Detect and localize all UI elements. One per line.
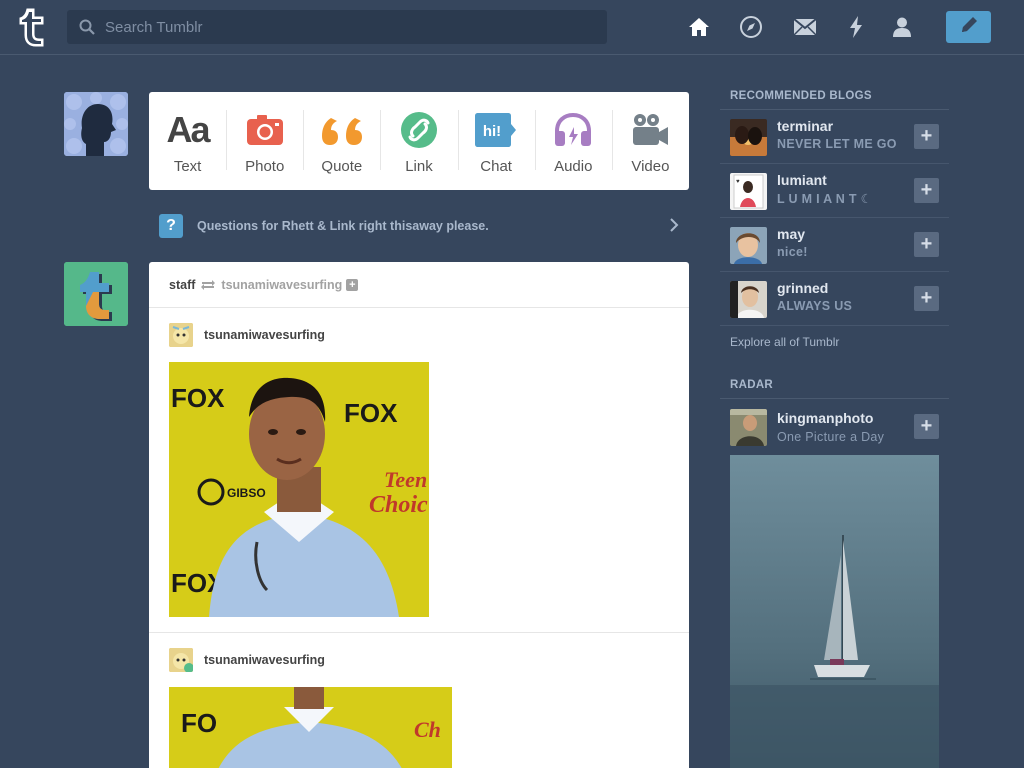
- pencil-icon: [959, 15, 979, 40]
- blog-subtitle: L U M I A N T ☾: [777, 192, 873, 206]
- reblog-source-link[interactable]: tsunamiwavesurfing: [221, 278, 342, 292]
- blog-name[interactable]: may: [777, 226, 805, 242]
- chat-icon: hi!: [475, 110, 517, 150]
- follow-button[interactable]: +: [346, 278, 359, 291]
- search-bar: [67, 10, 607, 44]
- svg-text:FOX: FOX: [171, 383, 225, 413]
- blog-name[interactable]: kingmanphoto: [777, 410, 873, 426]
- account-icon[interactable]: [889, 14, 915, 40]
- post-type-label: Photo: [245, 158, 285, 175]
- radar-title: RADAR: [720, 379, 949, 399]
- follow-blog-button[interactable]: +: [914, 414, 939, 439]
- svg-text:hi!: hi!: [483, 123, 501, 140]
- recommended-blog-item[interactable]: terminar NEVER LET ME GO +: [720, 110, 949, 164]
- dashboard-post: staff tsunamiwavesurfing + tsunamiwavesu…: [149, 262, 689, 768]
- blog-avatar[interactable]: [730, 409, 767, 446]
- svg-text:♥: ♥: [736, 179, 740, 185]
- post-type-video[interactable]: Video: [611, 92, 689, 190]
- question-text: Questions for Rhett & Link right thisawa…: [197, 219, 489, 233]
- svg-text:Ch: Ch: [414, 717, 441, 742]
- radar-photo[interactable]: [730, 455, 939, 768]
- blog-subtitle: NEVER LET ME GO: [777, 137, 897, 151]
- blog-name[interactable]: lumiant: [777, 172, 827, 188]
- home-icon[interactable]: [686, 14, 712, 40]
- post-author-avatar[interactable]: [64, 262, 128, 326]
- follow-blog-button[interactable]: +: [914, 286, 939, 311]
- trail-avatar[interactable]: [169, 323, 193, 347]
- search-icon: [79, 19, 95, 40]
- post-type-link[interactable]: Link: [380, 92, 457, 190]
- svg-text:FOX: FOX: [344, 398, 398, 428]
- recommended-blog-item[interactable]: ♥ lumiant L U M I A N T ☾ +: [720, 164, 949, 218]
- top-bar: [0, 0, 1024, 55]
- reblog-trail-item: tsunamiwavesurfing FOX FOX FOX Teen Choi…: [149, 308, 689, 633]
- link-icon: [400, 110, 438, 150]
- post-type-photo[interactable]: Photo: [226, 92, 303, 190]
- blog-subtitle: nice!: [777, 245, 808, 259]
- blog-name[interactable]: grinned: [777, 280, 828, 296]
- trail-avatar[interactable]: [169, 648, 193, 672]
- svg-text:Teen: Teen: [384, 467, 427, 492]
- recommended-blog-item[interactable]: grinned ALWAYS US +: [720, 272, 949, 326]
- text-icon: Aa: [166, 109, 211, 150]
- post-author-link[interactable]: staff: [169, 278, 195, 292]
- quote-icon: [321, 110, 363, 150]
- post-photo[interactable]: FO Ch: [169, 687, 452, 768]
- post-type-label: Quote: [321, 158, 363, 175]
- post-type-chat[interactable]: hi! Chat: [457, 92, 535, 190]
- chevron-right-icon: [669, 218, 679, 237]
- blog-name[interactable]: terminar: [777, 118, 833, 134]
- post-header: staff tsunamiwavesurfing +: [149, 262, 689, 308]
- recommended-blogs-title: RECOMMENDED BLOGS: [720, 90, 949, 110]
- blog-subtitle: One Picture a Day: [777, 430, 885, 444]
- blog-avatar[interactable]: [730, 119, 767, 156]
- post-type-label: Text: [173, 158, 202, 175]
- explore-all-link[interactable]: Explore all of Tumblr: [730, 335, 839, 349]
- question-prompt[interactable]: ? Questions for Rhett & Link right thisa…: [149, 208, 689, 244]
- question-icon: ?: [159, 214, 183, 238]
- tumblr-logo-icon[interactable]: [15, 6, 51, 48]
- reblog-icon: [200, 279, 216, 291]
- compose-button[interactable]: [946, 11, 991, 43]
- post-photo[interactable]: FOX FOX FOX Teen Choic GIBSO: [169, 362, 429, 617]
- follow-blog-button[interactable]: +: [914, 124, 939, 149]
- follow-blog-button[interactable]: +: [914, 178, 939, 203]
- explore-icon[interactable]: [738, 14, 764, 40]
- trail-blog-name[interactable]: tsunamiwavesurfing: [204, 653, 325, 667]
- svg-text:Choic: Choic: [369, 492, 428, 518]
- search-input[interactable]: [105, 10, 595, 44]
- follow-blog-button[interactable]: +: [914, 232, 939, 257]
- blog-avatar[interactable]: ♥: [730, 173, 767, 210]
- svg-text:GIBSO: GIBSO: [227, 486, 266, 500]
- blog-avatar[interactable]: [730, 281, 767, 318]
- post-type-label: Chat: [480, 158, 512, 175]
- blog-avatar[interactable]: [730, 227, 767, 264]
- post-type-quote[interactable]: Quote: [303, 92, 380, 190]
- post-type-text[interactable]: Aa Text: [149, 92, 226, 190]
- post-type-bar: Aa Text Photo Quote Link hi! Chat Audio: [149, 92, 689, 190]
- post-type-label: Video: [631, 158, 670, 175]
- trail-blog-name[interactable]: tsunamiwavesurfing: [204, 328, 325, 342]
- post-type-audio[interactable]: Audio: [534, 92, 612, 190]
- blog-subtitle: ALWAYS US: [777, 299, 853, 313]
- video-camera-icon: [631, 110, 669, 150]
- post-type-label: Link: [405, 158, 433, 175]
- inbox-icon[interactable]: [792, 14, 818, 40]
- radar-blog-item[interactable]: kingmanphoto One Picture a Day +: [720, 400, 949, 454]
- recommended-blog-item[interactable]: may nice! +: [720, 218, 949, 272]
- headphones-icon: [553, 110, 593, 150]
- post-type-label: Audio: [554, 158, 593, 175]
- svg-text:FO: FO: [181, 708, 217, 738]
- reblog-trail-item: tsunamiwavesurfing FO Ch: [149, 633, 689, 768]
- user-avatar[interactable]: [64, 92, 128, 156]
- activity-icon[interactable]: [843, 14, 869, 40]
- camera-icon: [246, 110, 284, 150]
